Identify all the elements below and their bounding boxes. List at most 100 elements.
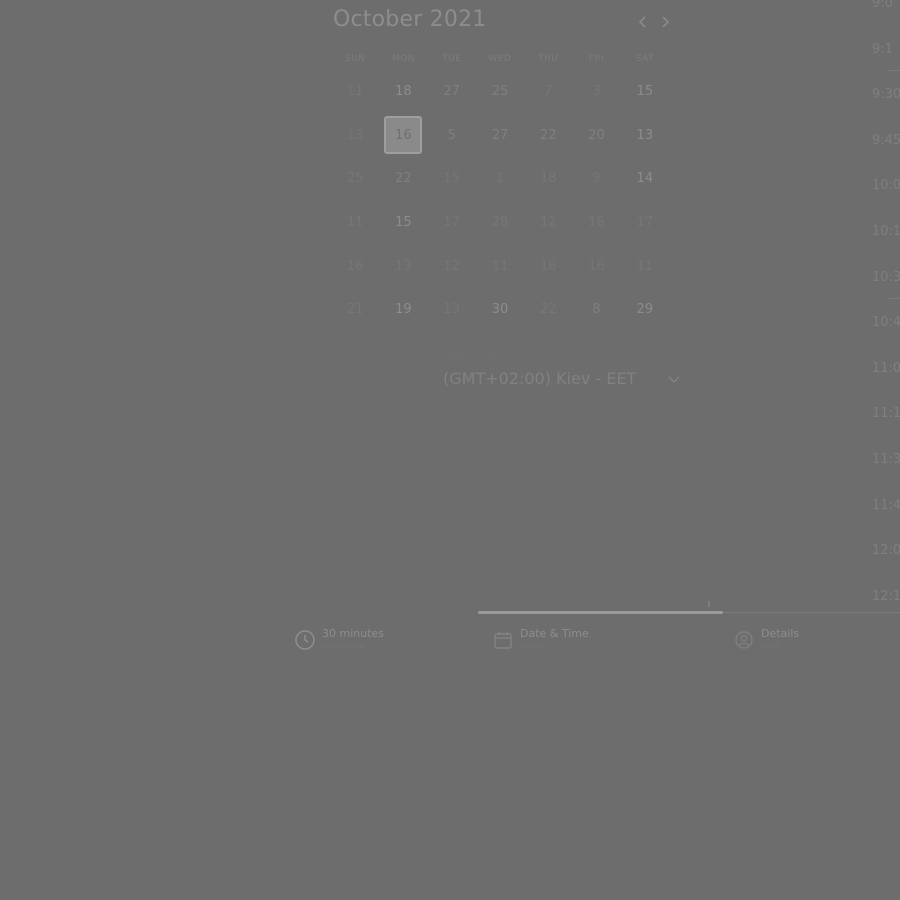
calendar-day[interactable]: 17: [428, 201, 476, 245]
time-slot[interactable]: 12:0: [872, 543, 900, 558]
calendar-day[interactable]: 9: [572, 157, 620, 201]
calendar-day[interactable]: 28: [476, 201, 524, 245]
calendar-day[interactable]: 21: [331, 288, 379, 332]
calendar-day-number: 1: [495, 171, 505, 187]
calendar-day[interactable]: 22: [379, 157, 427, 201]
time-slot[interactable]: 9:30: [872, 87, 900, 102]
time-slot[interactable]: 9:0: [872, 0, 893, 11]
calendar-day[interactable]: 22: [524, 114, 572, 158]
step-details-subtitle: WHO: [761, 643, 782, 651]
calendar-day[interactable]: 19: [379, 288, 427, 332]
calendar-day-number: 28: [491, 215, 509, 231]
calendar-day-number: 16: [539, 258, 557, 274]
step-date-time-subtitle: WHEN: [520, 643, 546, 651]
time-slot[interactable]: 10:3: [872, 270, 900, 285]
calendar-day-number: 11: [491, 258, 509, 274]
calendar-day-number: 15: [636, 84, 654, 100]
time-slot[interactable]: 10:1: [872, 224, 900, 239]
calendar-day-selected[interactable]: 16: [379, 114, 427, 158]
calendar-day[interactable]: 25: [331, 157, 379, 201]
time-slot[interactable]: 11:4: [872, 498, 900, 513]
calendar-day-number: 13: [346, 127, 364, 143]
calendar-week-row: 16 13 12 11 16 16 11: [331, 244, 669, 288]
calendar-day-number: 18: [395, 84, 412, 100]
calendar-day-number: 17: [443, 215, 460, 231]
calendar-day[interactable]: 27: [476, 114, 524, 158]
time-slot[interactable]: 11:0: [872, 361, 900, 376]
weekday-sun: SUN: [344, 54, 366, 64]
time-slot[interactable]: 11:1: [872, 406, 900, 421]
calendar-day[interactable]: 13: [331, 114, 379, 158]
calendar-day[interactable]: 7: [524, 70, 572, 114]
time-slot[interactable]: 10:0: [872, 178, 900, 193]
weekday-fri: FRI: [588, 54, 605, 64]
calendar-day-number: 27: [491, 127, 509, 143]
calendar-day[interactable]: 15: [428, 157, 476, 201]
calendar-day-number: 12: [443, 258, 460, 274]
calendar-day[interactable]: 25: [476, 70, 524, 114]
calendar-icon: [494, 632, 512, 649]
calendar-day[interactable]: 22: [524, 288, 572, 332]
timezone-value: (GMT+02:00) Kiev - EET: [443, 369, 637, 388]
calendar-week-row: 11 15 17 28 12 16 17: [331, 201, 669, 245]
time-slot-list[interactable]: 9:0 9:1 9:30 9:45 10:0 10:1 10:3 10:4 11:0 11:1 11…: [862, 0, 900, 610]
calendar-month-title: October 2021: [333, 7, 487, 32]
calendar-day[interactable]: 16: [331, 244, 379, 288]
step-date-time[interactable]: Date & Time WHEN: [492, 626, 612, 656]
time-slot[interactable]: 12:1: [872, 589, 900, 604]
calendar-day-number: 22: [539, 302, 557, 318]
calendar-day[interactable]: 16: [524, 244, 572, 288]
calendar-day[interactable]: 12: [428, 244, 476, 288]
previous-month-button[interactable]: [634, 12, 652, 32]
calendar-day[interactable]: 14: [621, 157, 669, 201]
step-progress-marker: [708, 601, 710, 607]
calendar-day-number: 15: [395, 215, 412, 231]
next-month-button[interactable]: [656, 12, 674, 32]
weekday-header: SUN MON TUE WED THU FRI SAT: [331, 54, 669, 64]
calendar-day[interactable]: 20: [572, 114, 620, 158]
calendar-day[interactable]: 27: [428, 70, 476, 114]
calendar-day[interactable]: 12: [524, 201, 572, 245]
calendar-week-row: 21 19 13 30 22 8 29: [331, 288, 669, 332]
time-slot[interactable]: 10:4: [872, 315, 900, 330]
calendar-day[interactable]: 13: [428, 288, 476, 332]
calendar-day-number: 14: [636, 171, 654, 187]
step-duration[interactable]: 30 minutes DURATION: [294, 626, 404, 656]
calendar-day[interactable]: 13: [621, 114, 669, 158]
step-details[interactable]: Details WHO: [733, 626, 843, 656]
calendar-day[interactable]: 15: [621, 70, 669, 114]
time-slot-divider: [888, 69, 900, 71]
chevron-left-icon: [638, 16, 646, 28]
calendar-day-number: 15: [443, 171, 460, 187]
calendar-day[interactable]: 5: [428, 114, 476, 158]
weekday-wed: WED: [488, 54, 512, 64]
calendar-day-number: 25: [491, 84, 509, 100]
calendar-day[interactable]: 11: [331, 201, 379, 245]
calendar-day[interactable]: 15: [379, 201, 427, 245]
calendar-day[interactable]: 1: [476, 157, 524, 201]
calendar-day[interactable]: 18: [379, 70, 427, 114]
calendar-day-number: 11: [346, 215, 364, 231]
weekday-thu: THU: [538, 54, 559, 64]
calendar-day-number: 16: [588, 258, 605, 274]
step-duration-title: 30 minutes: [322, 627, 385, 640]
calendar-day[interactable]: 3: [572, 70, 620, 114]
calendar-day[interactable]: 8: [572, 288, 620, 332]
calendar-day[interactable]: 17: [621, 201, 669, 245]
calendar-day[interactable]: 18: [524, 157, 572, 201]
timezone-select[interactable]: (GMT+02:00) Kiev - EET: [443, 368, 683, 392]
calendar-day[interactable]: 13: [379, 244, 427, 288]
calendar-day[interactable]: 16: [572, 201, 620, 245]
calendar-day[interactable]: 29: [621, 288, 669, 332]
calendar-day[interactable]: 16: [572, 244, 620, 288]
calendar-week-row: 25 22 15 1 18 9 14: [331, 157, 669, 201]
calendar-day[interactable]: 30: [476, 288, 524, 332]
calendar-day[interactable]: 11: [621, 244, 669, 288]
time-slot[interactable]: 9:1: [872, 42, 893, 57]
calendar-day-number: 17: [636, 215, 654, 231]
calendar-day[interactable]: 11: [476, 244, 524, 288]
time-slot[interactable]: 9:45: [872, 133, 900, 148]
time-slot[interactable]: 11:3: [872, 452, 900, 467]
calendar-day[interactable]: 11: [331, 70, 379, 114]
chevron-right-icon: [662, 16, 670, 28]
